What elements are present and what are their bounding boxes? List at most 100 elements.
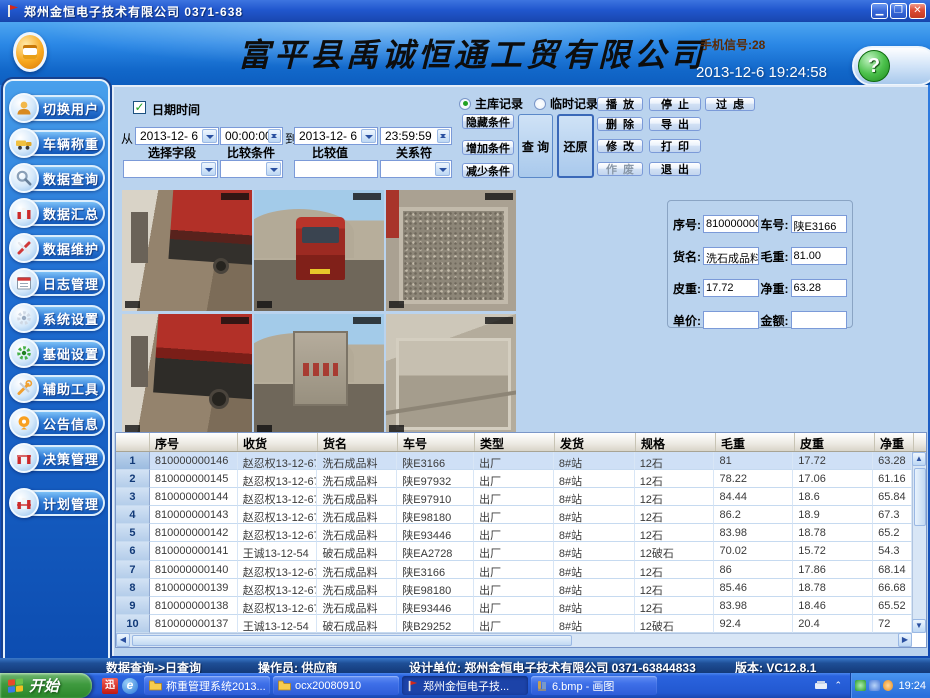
reduce-condition-button[interactable]: 减少条件 xyxy=(462,163,514,178)
column-header[interactable]: 序号 xyxy=(150,433,238,451)
column-header[interactable]: 净重 xyxy=(875,433,914,451)
scroll-right-icon[interactable]: ▶ xyxy=(898,633,912,647)
close-button[interactable]: ✕ xyxy=(909,3,926,19)
restore-button[interactable]: ❐ xyxy=(890,3,907,19)
taskbar-task-3[interactable]: 郑州金恒电子技... xyxy=(402,676,528,695)
table-row[interactable]: 6810000000141王诚13-12-54破石成品料陕EA2728出厂8#站… xyxy=(116,542,912,560)
scroll-up-icon[interactable]: ▲ xyxy=(912,452,926,466)
query-button[interactable]: 查 询 xyxy=(518,114,553,178)
export-button[interactable]: 导 出 xyxy=(649,117,701,131)
column-header[interactable]: 收货 xyxy=(238,433,318,451)
horizontal-scrollbar[interactable]: ◀ ▶ xyxy=(116,633,912,647)
table-row[interactable]: 2810000000145赵忍权13-12-67洗石成品料陕E97932出厂8#… xyxy=(116,470,912,488)
printer-icon[interactable] xyxy=(814,680,828,691)
spinner-arrows-icon[interactable] xyxy=(268,129,281,143)
spinner-arrows-icon[interactable] xyxy=(437,129,450,143)
taskbar-task-2[interactable]: ocx20080910 xyxy=(273,676,399,695)
taskbar-task-1[interactable]: 称重管理系统2013... xyxy=(144,676,270,695)
sidebar-item-8[interactable]: 基础设置 xyxy=(17,340,105,366)
notification-chevron-icon[interactable]: ⌃ xyxy=(834,680,842,691)
table-cell: 出厂 xyxy=(474,524,554,542)
column-header[interactable]: 车号 xyxy=(398,433,475,451)
relation-select[interactable] xyxy=(380,160,452,178)
detail-field-label: 序号: xyxy=(673,216,701,233)
detail-field-value[interactable] xyxy=(703,311,759,329)
sidebar-item-11[interactable]: 决策管理 xyxy=(17,445,105,471)
column-header[interactable]: 皮重 xyxy=(795,433,875,451)
column-header[interactable]: 规格 xyxy=(636,433,716,451)
compare-value-input[interactable] xyxy=(294,160,378,178)
table-cell: 出厂 xyxy=(474,452,554,470)
table-cell: 83.98 xyxy=(714,597,793,615)
help-button[interactable]: ? xyxy=(858,50,890,82)
column-header[interactable]: 类型 xyxy=(475,433,555,451)
detail-field-value[interactable]: 17.72 xyxy=(703,279,759,297)
start-button[interactable]: 开始 xyxy=(0,673,92,698)
sidebar-item-3[interactable]: 数据查询 xyxy=(17,165,105,191)
table-row[interactable]: 8810000000139赵忍权13-12-67洗石成品料陕E98180出厂8#… xyxy=(116,579,912,597)
from-time-spinner[interactable]: 00:00:00 xyxy=(220,127,283,145)
play-button[interactable]: 播 放 xyxy=(597,97,643,111)
chevron-down-icon[interactable] xyxy=(435,162,450,176)
sidebar-item-9[interactable]: 辅助工具 xyxy=(17,375,105,401)
chevron-down-icon[interactable] xyxy=(202,129,217,143)
minimize-button[interactable]: ▁ xyxy=(871,3,888,19)
vertical-scrollbar[interactable]: ▲ ▼ xyxy=(912,452,926,633)
tray-network-icon[interactable] xyxy=(869,680,880,691)
vscroll-thumb[interactable] xyxy=(914,468,926,526)
detail-field-value[interactable]: 8100000001 xyxy=(703,215,759,233)
column-header[interactable]: 发货 xyxy=(555,433,636,451)
to-date-select[interactable]: 2013-12- 6 xyxy=(294,127,378,145)
sidebar-item-7[interactable]: 系统设置 xyxy=(17,305,105,331)
sidebar-item-2[interactable]: 车辆称重 xyxy=(17,130,105,156)
table-row[interactable]: 7810000000140赵忍权13-12-67洗石成品料陕E3166出厂8#站… xyxy=(116,561,912,579)
table-row[interactable]: 4810000000143赵忍权13-12-67洗石成品料陕E98180出厂8#… xyxy=(116,506,912,524)
from-date-select[interactable]: 2013-12- 6 xyxy=(135,127,219,145)
restore-button-big[interactable]: 还原 xyxy=(557,114,594,178)
detail-field-value[interactable] xyxy=(791,311,847,329)
detail-field-value[interactable]: 63.28 xyxy=(791,279,847,297)
modify-button[interactable]: 修 改 xyxy=(597,139,643,153)
filter-button[interactable]: 过 虑 xyxy=(705,97,755,111)
tray-volume-icon[interactable] xyxy=(883,680,894,691)
table-row[interactable]: 1810000000146赵忍权13-12-67洗石成品料陕E3166出厂8#站… xyxy=(116,452,912,470)
detail-field-value[interactable]: 陕E3166 xyxy=(791,215,847,233)
compare-select[interactable] xyxy=(220,160,283,178)
tray-shield-icon[interactable] xyxy=(855,680,866,691)
chevron-down-icon[interactable] xyxy=(361,129,376,143)
sidebar-item-12[interactable]: 计划管理 xyxy=(17,490,105,516)
stop-button[interactable]: 停 止 xyxy=(649,97,701,111)
add-condition-button[interactable]: 增加条件 xyxy=(462,140,514,155)
hscroll-thumb[interactable] xyxy=(132,635,572,646)
date-time-checkbox[interactable]: ✓ xyxy=(133,101,146,114)
main-record-radio[interactable]: 主库记录 xyxy=(459,95,523,112)
temp-record-radio[interactable]: 临时记录 xyxy=(534,95,598,112)
hide-condition-button[interactable]: 隐藏条件 xyxy=(462,114,514,129)
delete-button[interactable]: 删 除 xyxy=(597,117,643,131)
table-row[interactable]: 10810000000137王诚13-12-54破石成品料陕B29252出厂8#… xyxy=(116,615,912,633)
field-select[interactable] xyxy=(123,160,218,178)
sidebar-item-10[interactable]: 公告信息 xyxy=(17,410,105,436)
table-row[interactable]: 3810000000144赵忍权13-12-67洗石成品料陕E97910出厂8#… xyxy=(116,488,912,506)
taskbar-task-4[interactable]: 6.bmp - 画图 xyxy=(531,676,657,695)
to-time-spinner[interactable]: 23:59:59 xyxy=(380,127,452,145)
void-button[interactable]: 作 废 xyxy=(597,162,643,176)
scroll-down-icon[interactable]: ▼ xyxy=(912,619,926,633)
column-header[interactable]: 毛重 xyxy=(716,433,795,451)
sidebar-item-1[interactable]: 切换用户 xyxy=(17,95,105,121)
ie-icon[interactable]: e xyxy=(122,678,138,694)
detail-field-value[interactable]: 81.00 xyxy=(791,247,847,265)
exit-button[interactable]: 退 出 xyxy=(649,162,701,176)
sidebar-item-5[interactable]: 数据维护 xyxy=(17,235,105,261)
table-row[interactable]: 9810000000138赵忍权13-12-67洗石成品料陕E93446出厂8#… xyxy=(116,597,912,615)
column-header[interactable]: 货名 xyxy=(318,433,398,451)
sidebar-item-4[interactable]: 数据汇总 xyxy=(17,200,105,226)
chevron-down-icon[interactable] xyxy=(201,162,216,176)
quicklaunch-app-icon[interactable]: 迅 xyxy=(102,678,118,694)
chevron-down-icon[interactable] xyxy=(266,162,281,176)
table-row[interactable]: 5810000000142赵忍权13-12-67洗石成品料陕E93446出厂8#… xyxy=(116,524,912,542)
scroll-left-icon[interactable]: ◀ xyxy=(116,633,130,647)
print-button[interactable]: 打 印 xyxy=(649,139,701,153)
sidebar-item-6[interactable]: 日志管理 xyxy=(17,270,105,296)
detail-field-value[interactable]: 洗石成品料 xyxy=(703,247,759,265)
